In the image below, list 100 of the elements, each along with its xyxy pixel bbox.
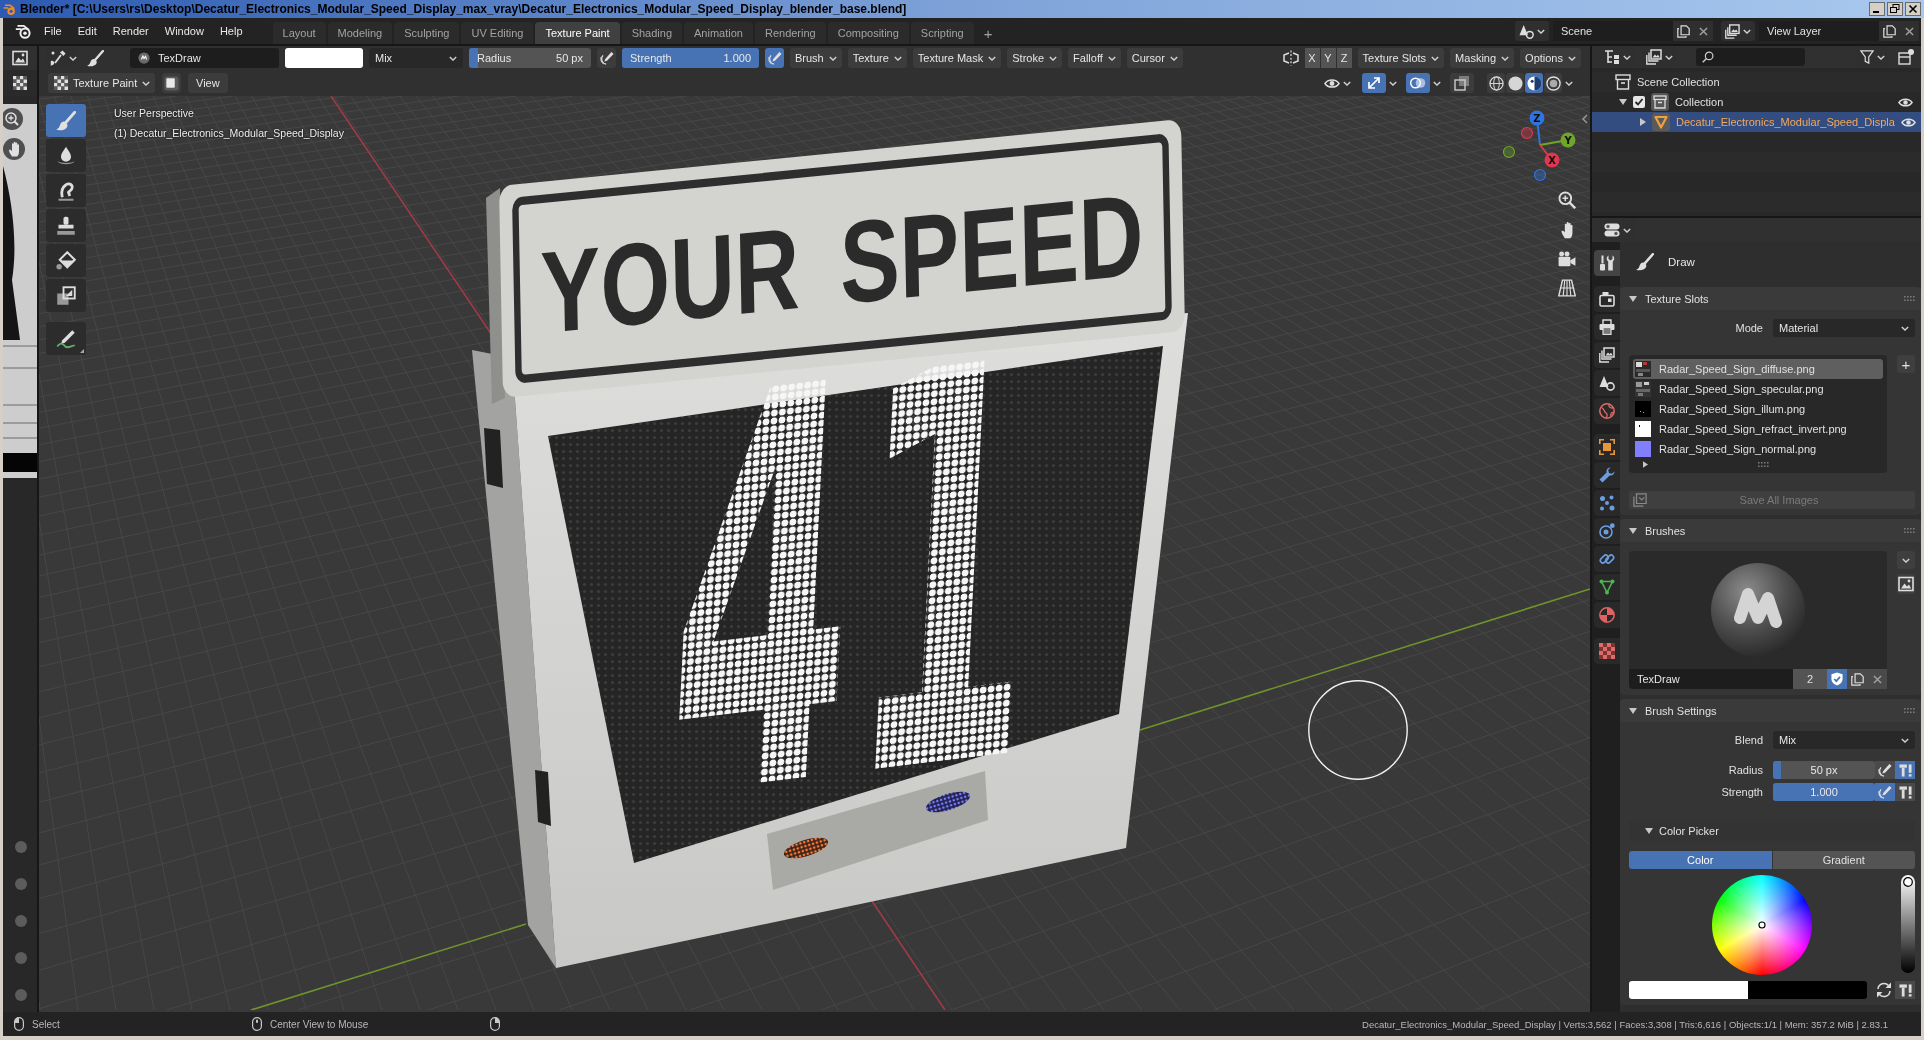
- menu-button[interactable]: Texture: [847, 48, 907, 68]
- dot-icon[interactable]: [15, 841, 27, 853]
- texture-slot-item[interactable]: Radar_Speed_Sign_normal.png: [1633, 439, 1883, 459]
- brush-menu-button[interactable]: [1897, 551, 1915, 569]
- checkbox[interactable]: [1633, 96, 1645, 108]
- menu-button[interactable]: Options: [1520, 48, 1581, 68]
- strength-slider[interactable]: Strength 1.000: [622, 48, 759, 68]
- strength-slider[interactable]: 1.000: [1773, 783, 1875, 801]
- unified-button[interactable]: [1895, 761, 1915, 779]
- image-icon[interactable]: [12, 50, 28, 66]
- properties-tab[interactable]: [1594, 574, 1620, 600]
- axis-toggle[interactable]: Y: [1320, 48, 1336, 68]
- hand-icon[interactable]: [1561, 221, 1573, 239]
- tool-button[interactable]: [46, 244, 86, 277]
- brush-image-button[interactable]: [1897, 574, 1915, 594]
- view-menu[interactable]: View: [188, 73, 228, 93]
- properties-tab[interactable]: [1594, 518, 1620, 544]
- workspace-tab[interactable]: Animation: [684, 22, 753, 44]
- user-count[interactable]: 2: [1793, 669, 1827, 689]
- properties-tab[interactable]: [1594, 342, 1620, 368]
- close-icon[interactable]: [1905, 2, 1921, 16]
- circular-arrows-icon[interactable]: [1876, 982, 1892, 998]
- value-slider[interactable]: [1901, 875, 1915, 973]
- unified-button[interactable]: [1895, 783, 1915, 801]
- eye-icon[interactable]: [1900, 116, 1916, 128]
- add-workspace-button[interactable]: +: [975, 22, 1001, 44]
- texture-slot-item[interactable]: Radar_Speed_Sign_illum.png: [1633, 399, 1883, 419]
- dot-icon[interactable]: [15, 878, 27, 890]
- shading-mode-button[interactable]: [1487, 73, 1505, 93]
- perspective-grid-icon[interactable]: [1558, 279, 1576, 297]
- properties-tab[interactable]: [1594, 398, 1620, 424]
- blend-dropdown[interactable]: Mix: [1773, 731, 1915, 749]
- shading-mode-button[interactable]: [1544, 73, 1562, 93]
- properties-tab[interactable]: [1594, 434, 1620, 460]
- color-field[interactable]: [1748, 981, 1867, 999]
- gizmo-toggle[interactable]: [1362, 73, 1386, 93]
- menu-button[interactable]: Texture Slots: [1357, 48, 1445, 68]
- blender-logo-icon[interactable]: [15, 23, 31, 39]
- menu-item[interactable]: Render: [104, 21, 157, 41]
- workspace-tab[interactable]: Layout: [272, 22, 326, 44]
- workspace-tab[interactable]: Shading: [621, 22, 683, 44]
- negative-axis-handle[interactable]: [1533, 168, 1547, 182]
- zoom-icon[interactable]: [1558, 191, 1576, 209]
- texture-slot-item[interactable]: Radar_Speed_Sign_refract_invert.png: [1633, 419, 1883, 439]
- menu-button[interactable]: Stroke: [1007, 48, 1063, 68]
- chevron-icon[interactable]: [1582, 114, 1588, 124]
- xray-toggle[interactable]: [1450, 73, 1474, 93]
- mirror-icon[interactable]: [1282, 50, 1299, 66]
- dot-icon[interactable]: [15, 989, 27, 1001]
- paint-mask-button[interactable]: [162, 73, 181, 93]
- mode-dropdown[interactable]: Material: [1773, 319, 1915, 337]
- axis-handle[interactable]: X: [1539, 144, 1560, 168]
- panel-header[interactable]: Brush Settings: [1620, 699, 1921, 722]
- view-layer-selector-button[interactable]: [1721, 21, 1755, 41]
- menu-button[interactable]: Brush: [790, 48, 842, 68]
- outliner-row[interactable]: Collection: [1592, 92, 1921, 112]
- outliner-row[interactable]: Scene Collection: [1592, 72, 1921, 92]
- tool-button[interactable]: [46, 139, 86, 172]
- slider-handle-icon[interactable]: [1903, 877, 1913, 887]
- pressure-button[interactable]: [765, 48, 784, 68]
- workspace-tab[interactable]: Scripting: [910, 22, 974, 44]
- grip-dots-icon[interactable]: [1904, 708, 1915, 713]
- hand-icon[interactable]: [3, 138, 25, 160]
- negative-axis-handle[interactable]: [1520, 126, 1534, 140]
- panel-header[interactable]: Texture Slots: [1620, 287, 1921, 310]
- minimize-icon[interactable]: [1869, 2, 1885, 16]
- radius-slider[interactable]: Radius 50 px: [469, 48, 591, 68]
- color-field[interactable]: [1629, 981, 1748, 999]
- texture-slot-item[interactable]: Radar_Speed_Sign_diffuse.png: [1633, 359, 1883, 379]
- workspace-tab[interactable]: Sculpting: [394, 22, 460, 44]
- properties-tab[interactable]: [1594, 638, 1620, 664]
- unified-button[interactable]: [1895, 981, 1915, 999]
- color-mode-tab[interactable]: Color: [1629, 851, 1772, 869]
- checkerboard-icon[interactable]: [13, 76, 27, 90]
- remove-button[interactable]: [1867, 669, 1887, 689]
- new-collection-button[interactable]: [1896, 47, 1916, 67]
- properties-tab[interactable]: [1594, 286, 1620, 312]
- remove-button[interactable]: [1693, 21, 1713, 41]
- pressure-button[interactable]: [1875, 761, 1895, 779]
- workspace-tab[interactable]: Texture Paint: [535, 22, 620, 44]
- duplicate-button[interactable]: [1879, 21, 1899, 41]
- grip-dots-icon[interactable]: [1758, 461, 1769, 467]
- radius-slider[interactable]: 50 px: [1773, 761, 1875, 779]
- zoom-icon[interactable]: [3, 108, 23, 130]
- mode-dropdown[interactable]: Texture Paint: [48, 73, 155, 93]
- axis-handle[interactable]: Y: [1539, 132, 1576, 148]
- scene-field[interactable]: Scene: [1553, 21, 1673, 41]
- grip-dots-icon[interactable]: [1904, 296, 1915, 301]
- menu-item[interactable]: File: [36, 21, 70, 41]
- menu-button[interactable]: Cursor: [1126, 48, 1183, 68]
- menu-item[interactable]: Window: [156, 21, 212, 41]
- workspace-tab[interactable]: UV Editing: [461, 22, 534, 44]
- brush-name-field[interactable]: TexDraw: [130, 48, 279, 68]
- eye-icon[interactable]: [1898, 96, 1913, 108]
- tool-button[interactable]: [46, 209, 86, 242]
- axis-toggle[interactable]: Z: [1336, 48, 1352, 68]
- dot-icon[interactable]: [15, 952, 27, 964]
- properties-tab[interactable]: [1594, 546, 1620, 572]
- expand-triangle-icon[interactable]: [1643, 460, 1648, 468]
- pressure-button[interactable]: [597, 48, 616, 68]
